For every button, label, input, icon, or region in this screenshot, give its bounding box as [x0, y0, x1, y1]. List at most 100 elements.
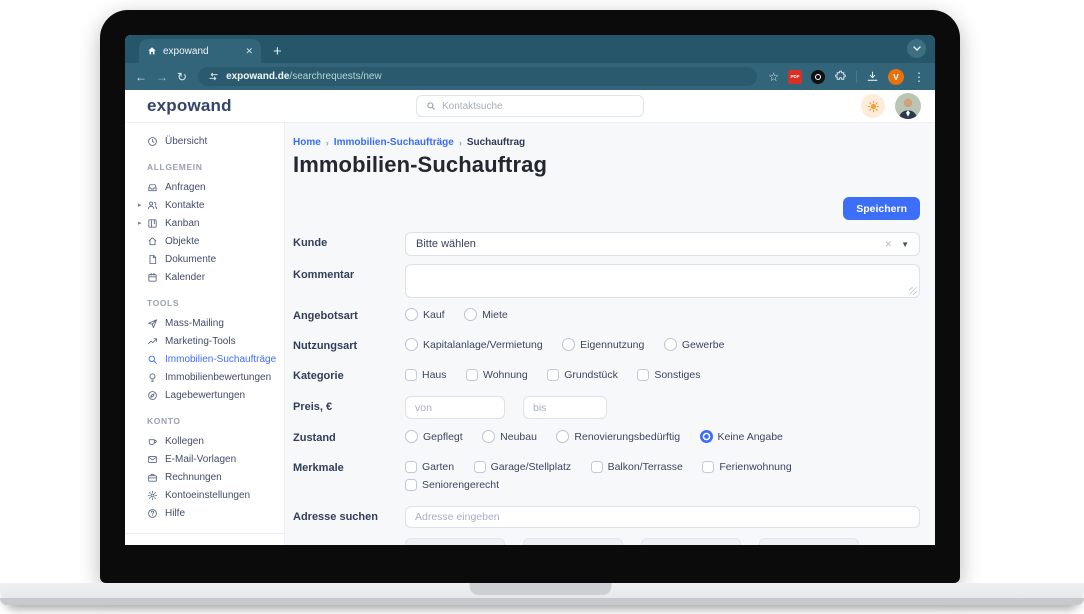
extension-badge-icon[interactable] — [811, 69, 825, 84]
chevron-down-icon[interactable]: ▼ — [901, 240, 909, 249]
sidebar-section-allgemein: ALLGEMEIN — [147, 162, 203, 172]
sidebar-item-mass-mailing[interactable]: Mass-Mailing — [125, 314, 284, 332]
plz-input[interactable] — [641, 538, 741, 545]
radio-icon[interactable] — [405, 338, 418, 351]
checkbox-icon[interactable] — [465, 369, 478, 381]
download-icon[interactable] — [866, 70, 879, 83]
laptop-mockup: expowand ✕ + ← → ↻ expowand.de/searchreq… — [0, 0, 1084, 614]
sidebar-item-email-vorlagen[interactable]: E-Mail-Vorlagen — [125, 450, 284, 468]
kommentar-label: Kommentar — [293, 269, 355, 281]
radio-icon[interactable] — [482, 430, 496, 443]
radio-gepflegt[interactable]: Gepflegt — [405, 430, 463, 443]
expand-caret-icon[interactable]: ▸ — [138, 201, 142, 209]
extensions-puzzle-icon[interactable] — [834, 70, 847, 83]
sidebar-item-kontakte[interactable]: ▸ Kontakte — [125, 196, 284, 214]
sidebar-item-lagebewertungen[interactable]: Lagebewertungen — [125, 386, 284, 404]
contact-search-input[interactable]: Kontaktsuche — [416, 95, 644, 117]
adresse-label: Adresse suchen — [293, 511, 378, 523]
url-bar[interactable]: expowand.de/searchrequests/new — [198, 67, 758, 86]
forward-icon[interactable]: → — [156, 71, 168, 83]
sidebar-collapse-button[interactable]: Menü minimieren — [125, 544, 284, 545]
radio-icon[interactable] — [405, 430, 418, 443]
new-tab-button[interactable]: + — [273, 44, 282, 59]
sidebar-item-kanban[interactable]: ▸ Kanban — [125, 214, 284, 232]
preis-von-input[interactable] — [405, 396, 505, 419]
radio-gewerbe[interactable]: Gewerbe — [663, 338, 724, 351]
checkbox-seniorengerecht[interactable]: Seniorengerecht — [405, 479, 499, 491]
checkbox-garage[interactable]: Garage/Stellplatz — [473, 461, 571, 473]
radio-kauf[interactable]: Kauf — [405, 308, 445, 321]
bookmark-star-icon[interactable]: ☆ — [768, 71, 779, 83]
adresse-such-input[interactable] — [405, 506, 920, 528]
checkbox-icon[interactable] — [473, 461, 486, 473]
checkbox-haus[interactable]: Haus — [405, 369, 447, 381]
checkbox-icon[interactable] — [405, 479, 417, 491]
clear-icon[interactable]: ✕ — [885, 239, 893, 250]
checkbox-icon[interactable] — [702, 461, 715, 473]
briefcase-icon — [148, 473, 157, 482]
radio-eigennutzung[interactable]: Eigennutzung — [562, 338, 644, 351]
ort-input[interactable] — [759, 538, 859, 545]
sidebar-item-hilfe[interactable]: Hilfe — [125, 504, 284, 522]
radio-icon[interactable] — [663, 338, 677, 351]
checkbox-grundstueck[interactable]: Grundstück — [547, 369, 618, 381]
radio-icon[interactable] — [405, 308, 418, 321]
checkbox-balkon[interactable]: Balkon/Terrasse — [590, 461, 683, 473]
breadcrumb-home-link[interactable]: Home — [293, 137, 321, 148]
checkbox-icon[interactable] — [547, 369, 560, 381]
radio-miete[interactable]: Miete — [464, 308, 508, 321]
checkbox-icon[interactable] — [590, 461, 603, 473]
radio-renovierungsbeduerftig[interactable]: Renovierungsbedürftig — [556, 430, 680, 443]
sidebar-item-kollegen[interactable]: Kollegen — [125, 432, 284, 450]
sidebar-item-dokumente[interactable]: Dokumente — [125, 250, 284, 268]
checkbox-garten[interactable]: Garten — [405, 461, 454, 473]
checkbox-icon[interactable] — [637, 369, 650, 381]
url-path: /searchrequests/new — [289, 71, 382, 82]
window-chevron-button[interactable] — [907, 39, 926, 58]
checkbox-ferienwohnung[interactable]: Ferienwohnung — [702, 461, 792, 473]
sidebar-item-rechnungen[interactable]: Rechnungen — [125, 468, 284, 486]
radio-keine-angabe[interactable]: Keine Angabe — [699, 430, 783, 443]
radio-icon[interactable] — [562, 338, 576, 351]
hausnummer-input[interactable] — [523, 538, 623, 545]
expand-caret-icon[interactable]: ▸ — [138, 219, 142, 227]
sidebar-item-immobilien-suchauftraege[interactable]: Immobilien-Suchaufträge — [125, 350, 284, 368]
breadcrumb-section-link[interactable]: Immobilien-Suchaufträge — [334, 137, 454, 148]
strasse-input[interactable] — [405, 538, 505, 545]
app-logo[interactable]: expowand — [147, 96, 232, 116]
save-button[interactable]: Speichern — [843, 197, 920, 220]
kebab-menu-icon[interactable]: ⋮ — [913, 71, 925, 83]
radio-selected-icon[interactable] — [699, 430, 713, 443]
kommentar-textarea[interactable] — [405, 264, 920, 298]
browser-tab[interactable]: expowand ✕ — [139, 39, 261, 63]
back-icon[interactable]: ← — [135, 71, 147, 83]
sidebar-item-anfragen[interactable]: Anfragen — [125, 178, 284, 196]
breadcrumb: Home › Immobilien-Suchaufträge › Suchauf… — [293, 137, 526, 148]
checkbox-wohnung[interactable]: Wohnung — [465, 369, 528, 381]
radio-kapitalanlage[interactable]: Kapitalanlage/Vermietung — [405, 338, 543, 351]
sidebar-item-kontoeinstellungen[interactable]: Kontoeinstellungen — [125, 486, 284, 504]
preis-bis-input[interactable] — [523, 396, 607, 419]
radio-icon[interactable] — [556, 430, 570, 443]
tab-close-icon[interactable]: ✕ — [245, 46, 253, 57]
checkbox-sonstiges[interactable]: Sonstiges — [637, 369, 700, 381]
radio-neubau[interactable]: Neubau — [482, 430, 537, 443]
checkbox-icon[interactable] — [405, 369, 417, 381]
browser-profile-avatar[interactable]: V — [888, 68, 904, 85]
toolbar-separator — [856, 70, 857, 83]
sidebar-item-uebersicht[interactable]: Übersicht — [125, 132, 284, 150]
gear-icon — [147, 490, 158, 500]
sidebar-item-immobilienbewertungen[interactable]: Immobilienbewertungen — [125, 368, 284, 386]
user-avatar[interactable] — [895, 93, 921, 119]
pdf-extension-icon[interactable]: PDF — [788, 69, 802, 84]
sidebar-item-kalender[interactable]: Kalender — [125, 268, 284, 286]
theme-toggle-button[interactable] — [861, 94, 885, 118]
kunde-select[interactable]: Bitte wählen ✕ ▼ — [405, 232, 920, 256]
sidebar-item-objekte[interactable]: Objekte — [125, 232, 284, 250]
reload-icon[interactable]: ↻ — [177, 71, 187, 83]
sidebar-item-marketing-tools[interactable]: Marketing-Tools — [125, 332, 284, 350]
mail-icon — [148, 455, 157, 463]
users-icon — [147, 201, 158, 209]
checkbox-icon[interactable] — [405, 461, 417, 473]
radio-icon[interactable] — [464, 308, 478, 321]
